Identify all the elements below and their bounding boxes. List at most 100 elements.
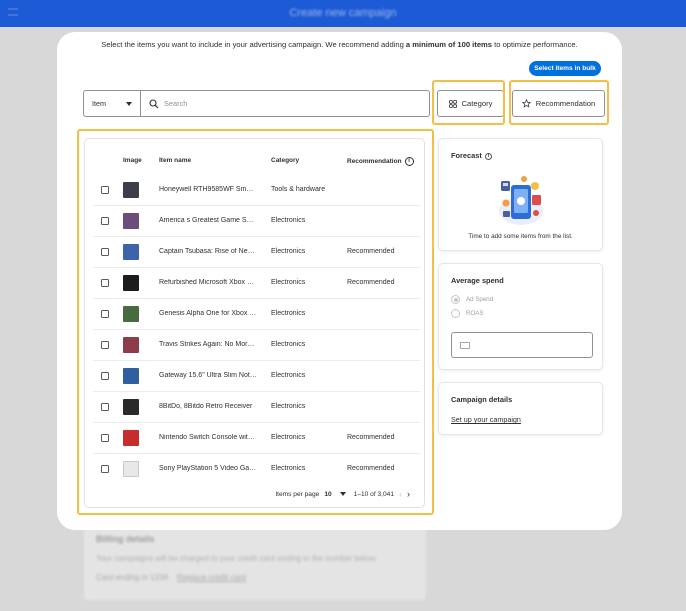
table-row[interactable]: Travis Strikes Again: No More Heroes Elec… xyxy=(93,330,420,361)
campaign-details-title: Campaign details xyxy=(451,395,513,404)
chevron-down-icon xyxy=(126,101,132,106)
next-page-icon[interactable]: › xyxy=(407,489,410,499)
table-row[interactable]: Genesis Alpha One for Xbox One Electronic… xyxy=(93,299,420,330)
row-checkbox[interactable] xyxy=(101,341,109,349)
column-header-image: Image xyxy=(123,157,142,164)
recommendation-filter-button[interactable]: Recommendation xyxy=(512,90,605,117)
items-table: Image Item name Category Recommendation i… xyxy=(84,138,425,508)
table-row[interactable]: America s Greatest Game Shows Electronics xyxy=(93,206,420,237)
search-input[interactable]: Search xyxy=(141,91,429,116)
radio-dot-selected xyxy=(451,295,460,304)
set-up-campaign-link[interactable]: Set up your campaign xyxy=(451,415,521,424)
items-per-page-select[interactable]: 10 xyxy=(324,491,331,498)
item-category: Electronics xyxy=(271,465,306,472)
average-spend-title: Average spend xyxy=(451,276,504,285)
row-checkbox[interactable] xyxy=(101,403,109,411)
column-header-recommendation-label: Recommendation xyxy=(347,158,402,166)
intro-text-bold: a minimum of 100 items xyxy=(405,40,493,49)
info-icon[interactable]: i xyxy=(404,157,414,166)
radio-dot xyxy=(451,309,460,318)
forecast-title-label: Forecast xyxy=(451,151,482,160)
search-bar: Item Search xyxy=(83,90,430,117)
radio-roas[interactable]: ROAS xyxy=(451,309,484,318)
item-name: Travis Strikes Again: No More Heroes xyxy=(159,341,257,348)
forecast-illustration-icon xyxy=(499,176,543,225)
grid-icon xyxy=(448,99,457,108)
average-spend-input[interactable] xyxy=(451,332,593,358)
row-checkbox[interactable] xyxy=(101,217,109,225)
item-thumbnail xyxy=(123,368,139,384)
row-checkbox[interactable] xyxy=(101,465,109,473)
billing-details-card: Billing details Your campaigns will be c… xyxy=(84,520,426,600)
row-checkbox[interactable] xyxy=(101,434,109,442)
select-items-in-bulk-button[interactable]: Select items in bulk xyxy=(529,61,601,76)
campaign-details-card: Campaign details Set up your campaign xyxy=(438,382,603,435)
row-checkbox[interactable] xyxy=(101,248,109,256)
table-row[interactable]: 8BitDo, 8Bitdo Retro Receiver Electronics xyxy=(93,392,420,423)
item-thumbnail xyxy=(123,244,139,260)
replace-card-link: Replace credit card xyxy=(176,573,246,582)
credit-card-label: Card ending in 1234 xyxy=(96,573,169,582)
item-name: Nintendo Switch Console with Neon Joy-Co… xyxy=(159,434,257,441)
table-row[interactable]: Sony PlayStation 5 Video Game Console Ele… xyxy=(93,454,420,485)
item-name: Genesis Alpha One for Xbox One xyxy=(159,310,257,317)
item-category: Electronics xyxy=(271,341,306,348)
search-type-select[interactable]: Item xyxy=(84,91,141,116)
item-name: America s Greatest Game Shows xyxy=(159,217,257,224)
pagination: Items per page 10 1–10 of 3,041 ‹ › xyxy=(275,489,410,499)
item-name: Captain Tsubasa: Rise of New Champions xyxy=(159,248,257,255)
billing-card-row: Card ending in 1234 Replace credit card xyxy=(96,573,414,582)
radio-ad-spend[interactable]: Ad Spend xyxy=(451,295,493,304)
category-filter-label: Category xyxy=(461,99,493,108)
item-category: Electronics xyxy=(271,217,306,224)
radio-ad-spend-label: Ad Spend xyxy=(466,296,494,303)
table-row[interactable]: Gateway 15.6" Ultra Slim Notebook Electro… xyxy=(93,361,420,392)
search-type-value: Item xyxy=(92,99,106,108)
intro-text-after: to optimize performance. xyxy=(492,40,578,49)
recommendation-filter-label: Recommendation xyxy=(535,99,596,108)
page-range: 1–10 of 3,041 xyxy=(353,490,394,498)
table-header: Image Item name Category Recommendation i xyxy=(85,157,424,171)
table-row[interactable]: Captain Tsubasa: Rise of New Champions El… xyxy=(93,237,420,268)
search-icon xyxy=(149,98,159,108)
table-row[interactable]: Nintendo Switch Console with Neon Joy-Co… xyxy=(93,423,420,454)
item-recommendation: Recommended xyxy=(347,434,395,441)
category-filter-button[interactable]: Category xyxy=(437,90,504,117)
item-category: Electronics xyxy=(271,279,306,286)
item-name: Sony PlayStation 5 Video Game Console xyxy=(159,465,257,472)
row-checkbox[interactable] xyxy=(101,279,109,287)
forecast-note: Time to add some items from the list. xyxy=(468,233,573,240)
app-header: Create new campaign xyxy=(0,0,686,27)
row-checkbox[interactable] xyxy=(101,372,109,380)
column-header-recommendation: Recommendation i xyxy=(347,157,414,166)
info-icon[interactable]: i xyxy=(484,152,492,160)
intro-text-before: Select the items you want to include in … xyxy=(101,40,406,49)
table-body: Honeywell RTH9585WF Smart Color Thermost… xyxy=(93,175,420,485)
item-category: Electronics xyxy=(271,310,306,317)
row-checkbox[interactable] xyxy=(101,186,109,194)
forecast-card: Forecast i Time to add some items from th… xyxy=(438,138,603,251)
item-thumbnail xyxy=(123,399,139,415)
item-thumbnail xyxy=(123,275,139,291)
item-name: 8BitDo, 8Bitdo Retro Receiver xyxy=(159,403,253,410)
item-thumbnail xyxy=(123,182,139,198)
star-icon xyxy=(521,99,531,108)
previous-page-icon[interactable]: ‹ xyxy=(399,489,402,499)
radio-roas-label: ROAS xyxy=(466,310,484,317)
table-row[interactable]: Honeywell RTH9585WF Smart Color Thermost… xyxy=(93,175,420,206)
item-category: Tools & hardware xyxy=(271,186,326,193)
item-recommendation: Recommended xyxy=(347,279,395,286)
wallet-icon xyxy=(460,342,470,349)
item-category: Electronics xyxy=(271,248,306,255)
item-category: Electronics xyxy=(271,434,306,441)
billing-title: Billing details xyxy=(96,534,155,544)
item-thumbnail xyxy=(123,213,139,229)
item-thumbnail xyxy=(123,430,139,446)
item-thumbnail xyxy=(123,306,139,322)
table-row[interactable]: Refurbished Microsoft Xbox One S Electron… xyxy=(93,268,420,299)
item-category: Electronics xyxy=(271,372,306,379)
search-placeholder: Search xyxy=(164,99,188,108)
item-recommendation: Recommended xyxy=(347,248,395,255)
row-checkbox[interactable] xyxy=(101,310,109,318)
items-per-page-label: Items per page xyxy=(275,490,320,498)
